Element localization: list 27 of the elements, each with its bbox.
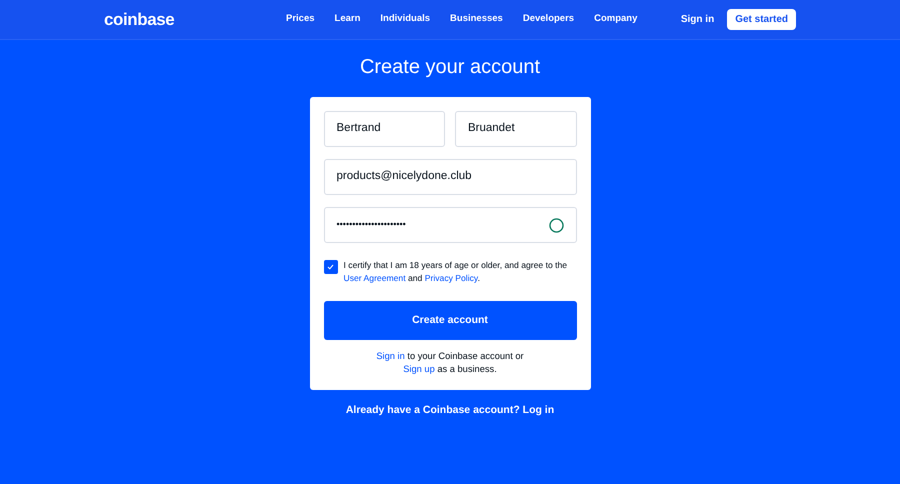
status-circle-icon: [548, 218, 564, 232]
footer-text: Sign in to your Coinbase account or: [376, 350, 524, 363]
last-name-field[interactable]: Bruandet: [455, 111, 576, 147]
create-account-button[interactable]: Create account: [324, 301, 576, 340]
nav-link[interactable]: Businesses: [450, 12, 503, 27]
logo[interactable]: coinbase: [104, 6, 274, 32]
agreement-text: I certify that I am 18 years of age or older, and agree to the User Agreement and Privacy Policy.: [344, 259, 568, 285]
footer-text: Sign up as a business.: [403, 363, 497, 376]
check-icon: [327, 264, 334, 270]
nav-link[interactable]: Learn: [334, 12, 360, 27]
password-field[interactable]: ••••••••••••••••••••••: [324, 207, 576, 243]
nav-link[interactable]: Company: [594, 12, 638, 27]
agree-checkbox[interactable]: [324, 260, 338, 274]
text-link[interactable]: Sign in: [376, 351, 405, 361]
nav-link[interactable]: Prices: [286, 12, 315, 27]
get-started-button[interactable]: Get started: [727, 9, 796, 30]
nav-link[interactable]: Developers: [522, 12, 574, 27]
text-link[interactable]: User Agreement: [344, 273, 406, 283]
nav-link[interactable]: Individuals: [380, 12, 430, 27]
login-prompt[interactable]: Already have a Coinbase account? Log in: [0, 403, 900, 419]
first-name-field[interactable]: Bertrand: [324, 111, 445, 147]
page-heading: Create your account: [358, 55, 542, 78]
password-value: ••••••••••••••••••••••: [336, 218, 406, 232]
sign-in-link[interactable]: Sign in: [680, 12, 714, 27]
text-link[interactable]: Sign up: [403, 364, 435, 374]
text-link[interactable]: Privacy Policy: [424, 273, 478, 283]
email-field[interactable]: products@nicelydone.club: [324, 159, 576, 195]
